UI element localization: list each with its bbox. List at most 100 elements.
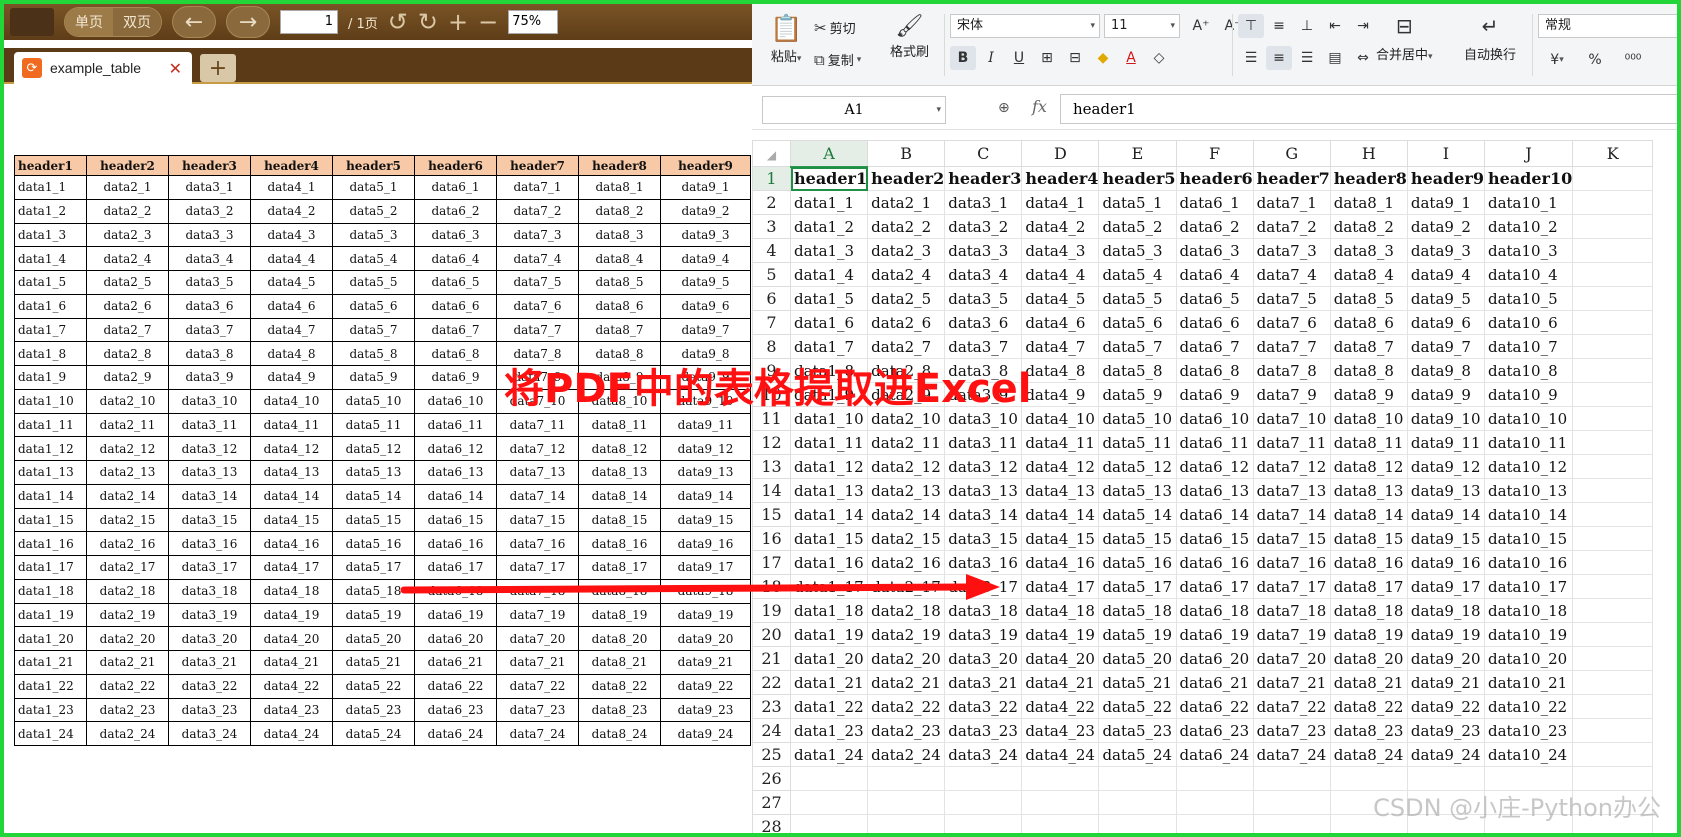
sheet-cell[interactable]: data10_9 bbox=[1483, 382, 1574, 407]
sheet-cell[interactable]: data6_11 bbox=[1175, 430, 1254, 455]
sheet-cell[interactable]: data9_21 bbox=[1406, 670, 1485, 695]
sheet-cell[interactable] bbox=[1098, 766, 1177, 791]
sheet-cell[interactable] bbox=[1572, 214, 1654, 239]
sheet-cell[interactable]: data7_6 bbox=[1252, 310, 1331, 335]
sheet-cell[interactable]: data6_18 bbox=[1175, 598, 1254, 623]
sheet-cell[interactable]: data5_5 bbox=[1098, 286, 1177, 311]
format-painter-button[interactable]: 🖌 格式刷 bbox=[890, 14, 929, 60]
column-header[interactable]: H bbox=[1329, 140, 1408, 167]
sheet-cell[interactable]: data4_9 bbox=[1021, 382, 1100, 407]
sheet-cell[interactable]: data6_14 bbox=[1175, 502, 1254, 527]
sheet-cell[interactable]: data1_3 bbox=[789, 238, 869, 263]
sheet-cell[interactable]: data9_1 bbox=[1406, 190, 1485, 215]
sheet-cell[interactable]: data5_24 bbox=[1098, 742, 1177, 767]
sheet-cell[interactable]: data9_6 bbox=[1406, 310, 1485, 335]
sheet-cell[interactable]: data1_18 bbox=[789, 598, 869, 623]
sheet-cell[interactable]: data8_6 bbox=[1329, 310, 1408, 335]
sheet-cell[interactable]: data9_13 bbox=[1406, 478, 1485, 503]
sheet-cell[interactable] bbox=[1572, 550, 1654, 575]
zoom-input[interactable]: 75% bbox=[508, 10, 559, 34]
paste-button[interactable]: 📋 粘贴▾ bbox=[770, 14, 802, 65]
sheet-cell[interactable] bbox=[1572, 406, 1654, 431]
row-header[interactable]: 14 bbox=[752, 478, 791, 503]
row-header[interactable]: 5 bbox=[752, 262, 791, 287]
decrease-indent-icon[interactable]: ⇤ bbox=[1322, 14, 1348, 38]
sheet-cell[interactable] bbox=[789, 814, 869, 833]
percent-icon[interactable]: % bbox=[1582, 48, 1608, 72]
sheet-cell[interactable]: data1_2 bbox=[789, 214, 869, 239]
border-icon[interactable]: ⊞ bbox=[1034, 46, 1060, 70]
sheet-cell[interactable]: data1_1 bbox=[789, 190, 869, 215]
sheet-cell[interactable]: data3_13 bbox=[944, 478, 1023, 503]
sheet-cell[interactable]: data1_12 bbox=[789, 454, 869, 479]
align-center-icon[interactable]: ≡ bbox=[1266, 46, 1292, 70]
page-mode-toggle[interactable]: 单页 双页 bbox=[64, 7, 162, 37]
sheet-cell[interactable]: data1_5 bbox=[789, 286, 869, 311]
sheet-cell[interactable] bbox=[1572, 238, 1654, 263]
sheet-cell[interactable] bbox=[1572, 334, 1654, 359]
sheet-cell[interactable]: data5_15 bbox=[1098, 526, 1177, 551]
rotate-left-icon[interactable]: ↺ bbox=[388, 10, 408, 34]
sheet-cell[interactable]: data2_13 bbox=[867, 478, 946, 503]
prev-page-icon[interactable]: ← bbox=[172, 6, 216, 38]
sheet-cell[interactable]: data8_22 bbox=[1329, 694, 1408, 719]
sheet-cell[interactable]: data3_23 bbox=[944, 718, 1023, 743]
sheet-cell[interactable]: data8_9 bbox=[1329, 382, 1408, 407]
sheet-cell[interactable]: data2_15 bbox=[867, 526, 946, 551]
row-header[interactable]: 13 bbox=[752, 454, 791, 479]
sheet-cell[interactable]: data9_12 bbox=[1406, 454, 1485, 479]
sheet-cell[interactable]: data5_11 bbox=[1098, 430, 1177, 455]
sheet-cell[interactable]: data10_15 bbox=[1483, 526, 1574, 551]
sheet-cell[interactable]: data3_11 bbox=[944, 430, 1023, 455]
distribute-icon[interactable]: ⇔ bbox=[1350, 46, 1376, 70]
row-header[interactable]: 15 bbox=[752, 502, 791, 527]
sheet-cell[interactable]: data1_23 bbox=[789, 718, 869, 743]
sheet-cell[interactable] bbox=[1572, 742, 1654, 767]
sheet-cell[interactable]: data8_8 bbox=[1329, 358, 1408, 383]
row-header[interactable]: 21 bbox=[752, 646, 791, 671]
sheet-cell[interactable]: data10_14 bbox=[1483, 502, 1574, 527]
sheet-cell[interactable]: data2_19 bbox=[867, 622, 946, 647]
sheet-cell[interactable] bbox=[1572, 670, 1654, 695]
sheet-cell[interactable]: data5_17 bbox=[1098, 574, 1177, 599]
sheet-cell[interactable] bbox=[944, 814, 1023, 833]
sheet-cell[interactable]: data4_8 bbox=[1021, 358, 1100, 383]
sheet-cell[interactable]: data10_16 bbox=[1483, 550, 1574, 575]
sheet-cell[interactable]: header8 bbox=[1329, 166, 1408, 191]
sheet-cell[interactable]: data5_7 bbox=[1098, 334, 1177, 359]
sheet-cell[interactable]: data4_18 bbox=[1021, 598, 1100, 623]
sheet-cell[interactable] bbox=[1021, 766, 1100, 791]
sheet-cell[interactable] bbox=[1252, 814, 1331, 833]
sheet-cell[interactable] bbox=[789, 766, 869, 791]
sheet-cell[interactable]: data2_17 bbox=[867, 574, 946, 599]
sheet-cell[interactable]: data5_1 bbox=[1098, 190, 1177, 215]
sheet-cell[interactable]: data8_18 bbox=[1329, 598, 1408, 623]
sheet-cell[interactable]: data3_3 bbox=[944, 238, 1023, 263]
row-header[interactable]: 25 bbox=[752, 742, 791, 767]
formula-input[interactable]: header1 bbox=[1060, 94, 1677, 124]
sheet-cell[interactable]: data4_16 bbox=[1021, 550, 1100, 575]
sheet-cell[interactable]: data4_4 bbox=[1021, 262, 1100, 287]
sheet-cell[interactable]: data5_10 bbox=[1098, 406, 1177, 431]
sheet-cell[interactable]: data4_21 bbox=[1021, 670, 1100, 695]
sheet-cell[interactable]: data8_15 bbox=[1329, 526, 1408, 551]
sheet-cell[interactable]: data3_16 bbox=[944, 550, 1023, 575]
sheet-cell[interactable]: data8_19 bbox=[1329, 622, 1408, 647]
sheet-cell[interactable]: data6_17 bbox=[1175, 574, 1254, 599]
sheet-cell[interactable]: header7 bbox=[1252, 166, 1331, 191]
sheet-cell[interactable]: data2_7 bbox=[867, 334, 946, 359]
sheet-cell[interactable]: data10_6 bbox=[1483, 310, 1574, 335]
sheet-cell[interactable]: data10_3 bbox=[1483, 238, 1574, 263]
tab-example-table[interactable]: ⟳ example_table ✕ bbox=[14, 52, 192, 84]
sheet-cell[interactable]: data8_1 bbox=[1329, 190, 1408, 215]
sheet-cell[interactable]: data6_5 bbox=[1175, 286, 1254, 311]
sheet-cell[interactable]: data9_15 bbox=[1406, 526, 1485, 551]
sheet-cell[interactable]: data9_14 bbox=[1406, 502, 1485, 527]
sheet-cell[interactable]: data9_4 bbox=[1406, 262, 1485, 287]
row-header[interactable]: 18 bbox=[752, 574, 791, 599]
sheet-cell[interactable]: data5_19 bbox=[1098, 622, 1177, 647]
sheet-cell[interactable]: data8_14 bbox=[1329, 502, 1408, 527]
single-page-button[interactable]: 单页 bbox=[65, 8, 113, 36]
sheet-cell[interactable]: data4_19 bbox=[1021, 622, 1100, 647]
sheet-cell[interactable]: data3_7 bbox=[944, 334, 1023, 359]
